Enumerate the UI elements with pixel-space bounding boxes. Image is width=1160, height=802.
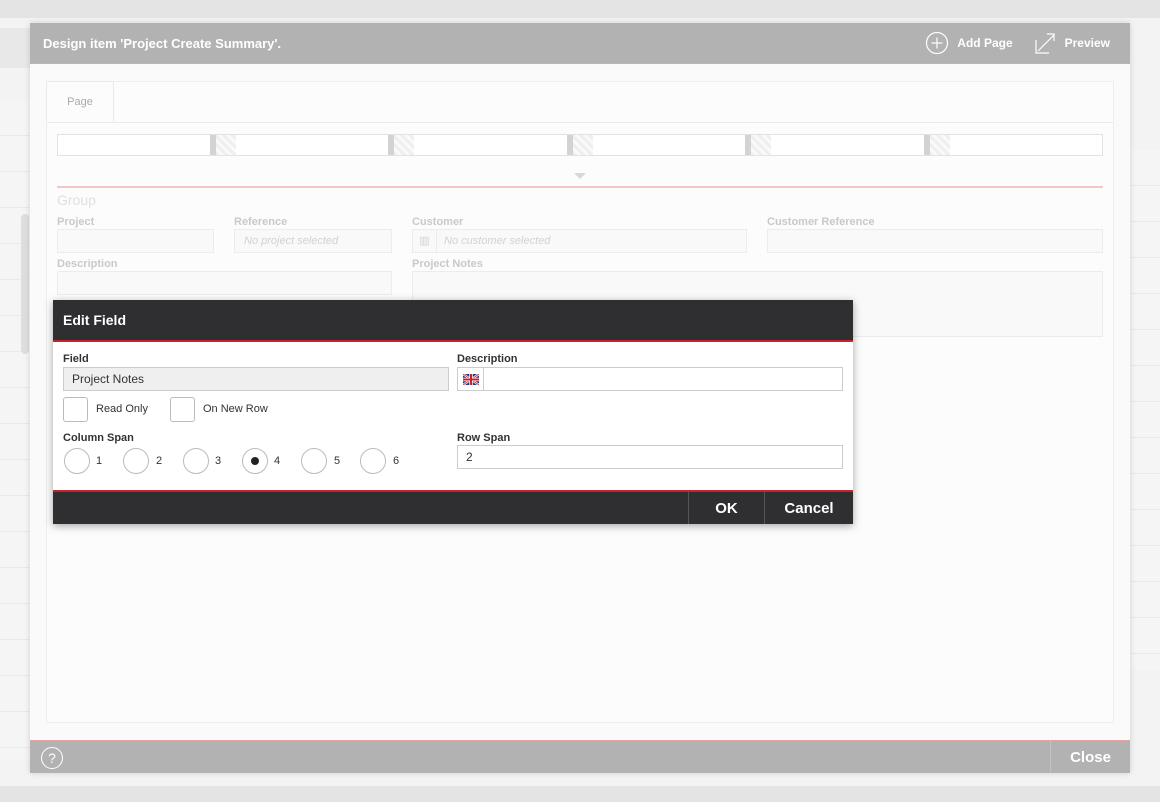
- customer-placeholder: No customer selected: [444, 235, 551, 247]
- customer-field[interactable]: ▥ No customer selected: [412, 229, 747, 253]
- reference-field[interactable]: No project selected: [234, 229, 392, 253]
- customer-reference-label: Customer Reference: [767, 216, 875, 228]
- column-resize-handle[interactable]: [210, 135, 236, 155]
- description-label: Description: [457, 353, 518, 365]
- column-span-radio-5[interactable]: [301, 448, 327, 474]
- help-icon[interactable]: ?: [41, 747, 63, 769]
- project-field[interactable]: [57, 229, 214, 253]
- reference-label: Reference: [234, 216, 288, 228]
- edit-field-footer: OK Cancel: [53, 490, 853, 524]
- column-span-radio-2[interactable]: [123, 448, 149, 474]
- read-only-label: Read Only: [96, 403, 148, 415]
- ok-button[interactable]: OK: [688, 492, 764, 524]
- customer-label: Customer: [412, 216, 464, 228]
- column-span-radio-3[interactable]: [183, 448, 209, 474]
- on-new-row-label: On New Row: [203, 403, 268, 415]
- uk-flag-icon[interactable]: [458, 368, 484, 390]
- description-label: Description: [57, 258, 118, 270]
- column-span-radio-6[interactable]: [360, 448, 386, 474]
- edit-field-title: Edit Field: [53, 300, 853, 342]
- preview-button[interactable]: Preview: [1033, 31, 1110, 55]
- background-list-left: [0, 100, 30, 760]
- field-label: Field: [63, 353, 89, 365]
- close-button[interactable]: Close: [1050, 741, 1130, 773]
- background-list-right: [1130, 150, 1160, 670]
- column-span-option: 4: [274, 455, 281, 467]
- group-divider: [57, 186, 1103, 188]
- on-new-row-checkbox[interactable]: [170, 397, 195, 422]
- design-footer: ? Close: [30, 740, 1130, 773]
- group-title: Group: [57, 192, 96, 208]
- column-layout-bar: [57, 134, 1103, 156]
- column-resize-handle[interactable]: [388, 135, 414, 155]
- chevron-down-icon[interactable]: [574, 173, 586, 179]
- project-notes-label: Project Notes: [412, 258, 483, 270]
- customer-reference-field[interactable]: [767, 229, 1103, 253]
- row-span-label: Row Span: [457, 432, 511, 444]
- project-label: Project: [57, 216, 95, 228]
- column-span-label: Column Span: [63, 432, 134, 444]
- column-resize-handle[interactable]: [745, 135, 771, 155]
- add-page-label: Add Page: [957, 36, 1013, 50]
- row-span-input[interactable]: 2: [457, 445, 843, 469]
- plus-circle-icon: [926, 31, 949, 55]
- edit-field-dialog: Edit Field Field Project Notes Descripti…: [53, 300, 853, 524]
- cancel-button[interactable]: Cancel: [764, 492, 853, 524]
- column-span-radio-1[interactable]: [64, 448, 90, 474]
- tab-page[interactable]: Page: [46, 81, 114, 122]
- background-scrollbar: [21, 214, 29, 354]
- column-span-option: 2: [156, 455, 163, 467]
- column-span-radio-4[interactable]: [242, 448, 268, 474]
- background-strip: [0, 28, 30, 68]
- column-span-option: 3: [215, 455, 222, 467]
- description-input[interactable]: [457, 367, 843, 391]
- description-field[interactable]: [57, 271, 392, 295]
- column-resize-handle[interactable]: [567, 135, 593, 155]
- background-bottom-bar: [0, 786, 1160, 802]
- column-span-option: 5: [334, 455, 341, 467]
- design-header: Design item 'Project Create Summary'. Ad…: [30, 23, 1130, 64]
- column-span-option: 1: [96, 455, 103, 467]
- column-span-option: 6: [393, 455, 400, 467]
- add-page-button[interactable]: Add Page: [925, 31, 1013, 55]
- read-only-checkbox[interactable]: [63, 397, 88, 422]
- column-resize-handle[interactable]: [924, 135, 950, 155]
- building-icon: ▥: [413, 230, 437, 252]
- design-title: Design item 'Project Create Summary'.: [43, 35, 282, 51]
- preview-label: Preview: [1064, 36, 1110, 50]
- background-topbar: [0, 0, 1160, 18]
- field-input[interactable]: Project Notes: [63, 367, 449, 391]
- preview-icon: [1035, 33, 1055, 54]
